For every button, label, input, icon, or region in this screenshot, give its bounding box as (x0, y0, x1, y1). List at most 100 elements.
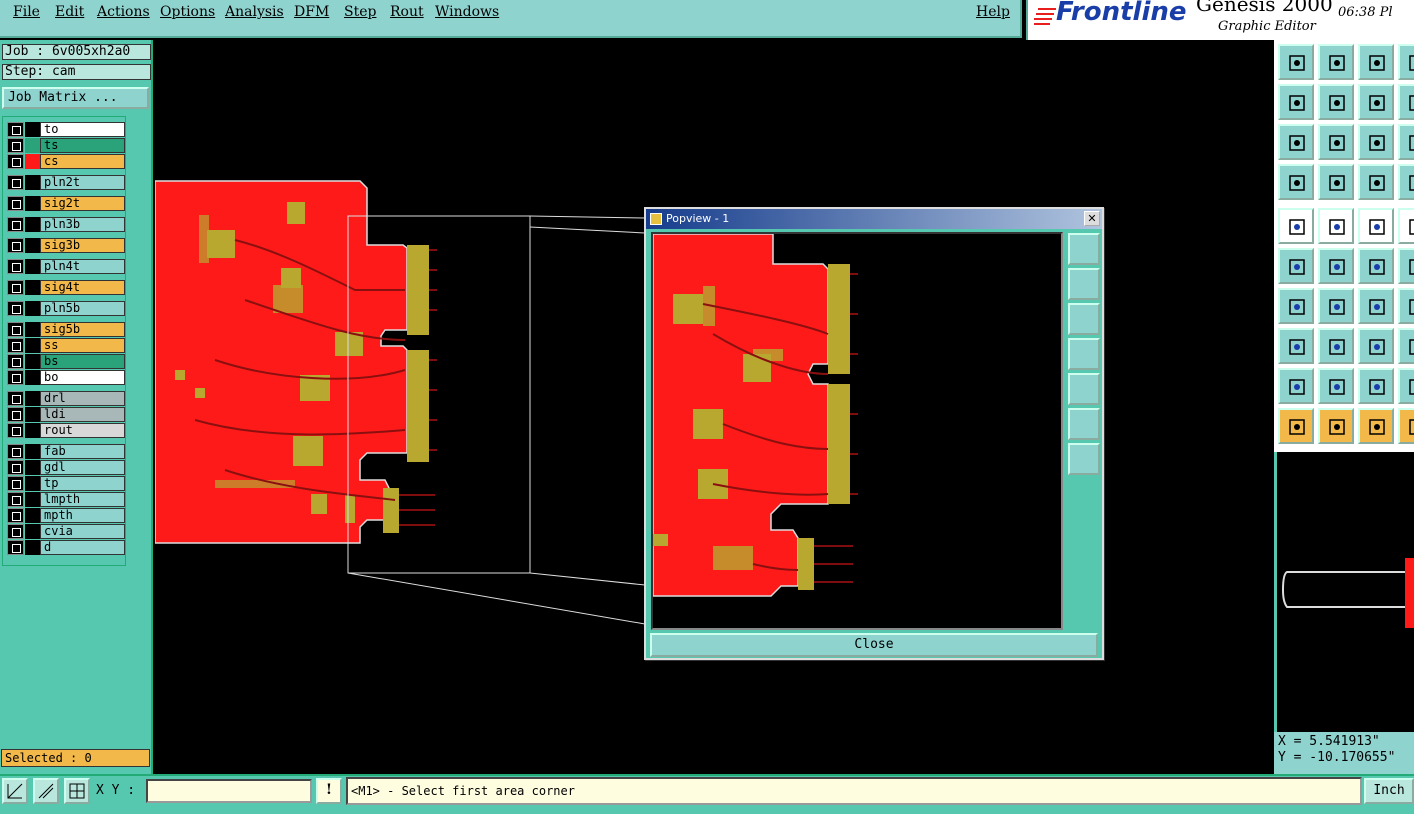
layer-row-mpth[interactable]: mpth (7, 508, 125, 523)
popview-titlebar[interactable]: Popview - 1 ✕ (646, 209, 1102, 229)
menu-rout[interactable]: Rout (390, 4, 424, 20)
alert-icon[interactable]: ! (316, 778, 342, 804)
layer-checkbox[interactable] (7, 301, 24, 316)
xy-input[interactable] (146, 779, 312, 803)
zoom-back-button[interactable] (1358, 84, 1394, 120)
settings-button[interactable] (1278, 164, 1314, 200)
layer-checkbox[interactable] (7, 423, 24, 438)
popview-zoom-in-button[interactable] (1068, 408, 1100, 440)
layer-row-ts[interactable]: ts (7, 138, 125, 153)
layer-row-bo[interactable]: bo (7, 370, 125, 385)
layer-checkbox[interactable] (7, 259, 24, 274)
layer-row-to[interactable]: to (7, 122, 125, 137)
layer-checkbox[interactable] (7, 492, 24, 507)
layer-checkbox[interactable] (7, 322, 24, 337)
pan-right-button[interactable] (1318, 84, 1354, 120)
layer-checkbox[interactable] (7, 138, 24, 153)
move-button[interactable] (1358, 248, 1394, 284)
layer-checkbox[interactable] (7, 540, 24, 555)
layer-checkbox[interactable] (7, 196, 24, 211)
layer-checkbox[interactable] (7, 122, 24, 137)
ruler-button[interactable] (1358, 208, 1394, 244)
layer-row-pln2t[interactable]: pln2t (7, 175, 125, 190)
menu-analysis[interactable]: Analysis (225, 4, 284, 20)
close-button[interactable]: Close (650, 633, 1098, 657)
layer-checkbox[interactable] (7, 524, 24, 539)
clip-button[interactable] (1398, 208, 1414, 244)
zoom-area-button[interactable] (1398, 124, 1414, 160)
layer-row-ldi[interactable]: ldi (7, 407, 125, 422)
layer-checkbox[interactable] (7, 338, 24, 353)
menu-step[interactable]: Step (344, 4, 376, 20)
layer-row-ss[interactable]: ss (7, 338, 125, 353)
menu-edit[interactable]: Edit (55, 4, 84, 20)
layer-row-pln4t[interactable]: pln4t (7, 259, 125, 274)
layer-row-sig3b[interactable]: sig3b (7, 238, 125, 253)
layer-checkbox[interactable] (7, 391, 24, 406)
layer-checkbox[interactable] (7, 354, 24, 369)
edit-button[interactable] (1398, 288, 1414, 324)
zoom-box-button[interactable] (1398, 84, 1414, 120)
popview-pan-left-button[interactable] (1068, 338, 1100, 370)
layer-row-sig5b[interactable]: sig5b (7, 322, 125, 337)
snap-button[interactable] (1278, 208, 1314, 244)
menu-dfm[interactable]: DFM (294, 4, 329, 20)
layer-row-cvia[interactable]: cvia (7, 524, 125, 539)
connect-button[interactable] (1278, 248, 1314, 284)
measure-mode-button[interactable] (33, 778, 59, 804)
layer-row-lmpth[interactable]: lmpth (7, 492, 125, 507)
window-button[interactable] (1398, 44, 1414, 80)
layer-row-fab[interactable]: fab (7, 444, 125, 459)
menu-options[interactable]: Options (160, 4, 215, 20)
layer-row-d[interactable]: d (7, 540, 125, 555)
grid-button[interactable] (1318, 164, 1354, 200)
net-button[interactable] (1398, 164, 1414, 200)
layer-checkbox[interactable] (7, 508, 24, 523)
pad-button[interactable] (1278, 328, 1314, 364)
layer-row-bs[interactable]: bs (7, 354, 125, 369)
home-button[interactable] (1358, 44, 1394, 80)
layer-row-drl[interactable]: drl (7, 391, 125, 406)
arc-button[interactable] (1318, 288, 1354, 324)
close-icon[interactable]: ✕ (1084, 211, 1100, 226)
cut-button[interactable] (1318, 328, 1354, 364)
select-area-button[interactable] (1318, 208, 1354, 244)
pointer-box-button[interactable] (1318, 408, 1354, 444)
dimension-button[interactable] (1358, 328, 1394, 364)
pointer-button[interactable] (1278, 408, 1314, 444)
job-matrix-button[interactable]: Job Matrix ... (2, 87, 149, 109)
layer-checkbox[interactable] (7, 175, 24, 190)
layer-checkbox[interactable] (7, 407, 24, 422)
pan-left-button[interactable] (1278, 84, 1314, 120)
layer-checkbox[interactable] (7, 280, 24, 295)
delete-button[interactable] (1318, 248, 1354, 284)
zoom-fit-button[interactable] (1278, 124, 1314, 160)
triangle-button[interactable] (1278, 368, 1314, 404)
page-up-button[interactable] (1278, 44, 1314, 80)
layer-checkbox[interactable] (7, 444, 24, 459)
mirror-button[interactable] (1398, 328, 1414, 364)
line-button[interactable] (1278, 288, 1314, 324)
snap-mode-button[interactable] (2, 778, 28, 804)
popview-zoom-fit-button[interactable] (1068, 233, 1100, 265)
layer-row-rout[interactable]: rout (7, 423, 125, 438)
route-button[interactable] (1398, 248, 1414, 284)
layer-row-tp[interactable]: tp (7, 476, 125, 491)
page-down-button[interactable] (1318, 44, 1354, 80)
layer-checkbox[interactable] (7, 217, 24, 232)
zoom-center-button[interactable] (1318, 124, 1354, 160)
menu-actions[interactable]: Actions (97, 4, 150, 20)
layer-checkbox[interactable] (7, 460, 24, 475)
menu-windows[interactable]: Windows (435, 4, 499, 20)
layer-row-pln5b[interactable]: pln5b (7, 301, 125, 316)
rotate-button[interactable] (1358, 288, 1394, 324)
triangle-more-button[interactable] (1398, 368, 1414, 404)
popview-zoom-out-button[interactable] (1068, 443, 1100, 475)
triangle-arrow-button[interactable] (1358, 368, 1394, 404)
layer-row-cs[interactable]: cs (7, 154, 125, 169)
layer-checkbox[interactable] (7, 370, 24, 385)
popview-canvas[interactable] (651, 232, 1063, 630)
pointer-more-button[interactable] (1398, 408, 1414, 444)
layer-checkbox[interactable] (7, 238, 24, 253)
overview-map[interactable] (1274, 452, 1414, 732)
